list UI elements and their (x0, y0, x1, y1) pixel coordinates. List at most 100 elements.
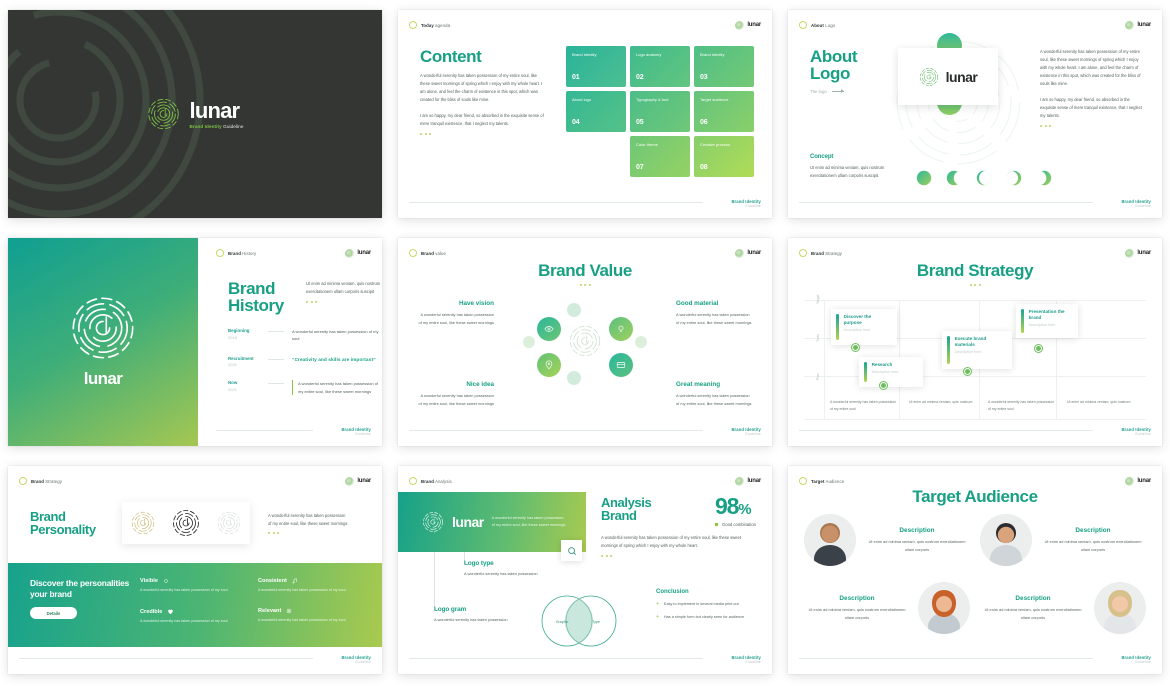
strategy-note: Ut enim ad minima veniam, quis nostrum (1067, 400, 1131, 405)
breadcrumb-bold: About (811, 22, 824, 28)
heart-icon (168, 609, 174, 615)
value-bubble-vision[interactable] (537, 317, 561, 341)
lunar-spiral-logo-icon (735, 20, 745, 30)
agenda-card[interactable]: Target audience 06 (694, 91, 754, 132)
quadrant-text: A wonderful serenity has taken possessio… (418, 312, 494, 325)
value-bubble-meaning[interactable] (609, 353, 633, 377)
history-timeline: Beginning 2018 A wonderful serenity has t… (228, 328, 382, 408)
personality-top: Brand Personality A wonderful serenity h… (8, 492, 382, 554)
timeline-row[interactable]: Now 2021 A wonderful serenity has taken p… (228, 380, 382, 396)
logo-showcase-card: lunar (898, 48, 998, 105)
page-title: Target Audience (912, 487, 1038, 506)
logo-variants-card (122, 502, 250, 544)
eye-icon (164, 579, 168, 583)
circle-icon (216, 249, 224, 257)
audience-person[interactable]: Description Ut enim ad minima veniam, qu… (980, 514, 1146, 566)
zoom-button[interactable] (561, 540, 582, 561)
conclusion-text: Has a simple form but clearly seen for a… (663, 615, 745, 620)
strategy-node[interactable] (852, 344, 859, 351)
person-title: Description (1015, 594, 1051, 602)
circle-icon (19, 477, 27, 485)
paragraph: A wonderful serenity has taken possessio… (601, 534, 741, 548)
history-gradient-panel: lunar (8, 238, 198, 446)
strategy-node[interactable] (880, 382, 887, 389)
card-icon (616, 362, 626, 368)
audience-person[interactable]: Description Ut enim ad minima veniam, qu… (804, 514, 970, 566)
person-text: Ut enim ad minima veniam, quis nostrum e… (808, 606, 906, 620)
slide-analysis-brand[interactable]: Brand Analysis lunar lunar A wonderful s… (398, 466, 772, 674)
breadcrumb-rest: Audience (824, 478, 845, 484)
trait-text: A wonderful serenity has taken possessio… (258, 588, 346, 592)
page-title-line1: Brand (30, 508, 66, 524)
timeline-row[interactable]: Recruitment 2020 “Creativity and skills a… (228, 356, 382, 368)
strategy-card-desc: Description here (843, 327, 871, 332)
dots-decor (420, 133, 546, 136)
slide-target-audience[interactable]: Target Audience lunar Target Audience De… (788, 466, 1162, 674)
breadcrumb-bold: Target (811, 478, 825, 484)
breadcrumb-rest: value (433, 250, 446, 256)
strategy-node[interactable] (1035, 345, 1042, 352)
trait-title: Relevant (258, 608, 282, 614)
slide-brand-personality[interactable]: Brand Strategy lunar Brand Personality A… (8, 466, 382, 674)
bulb-icon (618, 325, 624, 332)
slide-cell-analysis-brand: Brand Analysis lunar lunar A wonderful s… (390, 456, 780, 684)
value-bubble-material[interactable] (609, 317, 633, 341)
breadcrumb-rest: History (240, 250, 257, 256)
the-logo-link[interactable]: The logo (810, 89, 890, 94)
value-bubble-small-bottom (567, 371, 581, 385)
strategy-card-discover[interactable]: Discover the purpose Description here (831, 309, 897, 345)
band-text: A wonderful serenity has taken possessio… (491, 515, 566, 527)
quadrant-text: A wonderful serenity has taken possessio… (418, 393, 494, 406)
agenda-card[interactable]: Color theme 07 (630, 136, 690, 177)
agenda-card-spacer (566, 136, 626, 177)
slide-brand-history[interactable]: lunar Brand History lunar Brand History … (8, 238, 382, 446)
circle-icon (409, 249, 417, 257)
woman-redhead-avatar (918, 582, 970, 634)
audience-person[interactable]: Description Ut enim ad minima veniam, qu… (980, 582, 1146, 634)
footer-divider (19, 658, 313, 659)
audience-person[interactable]: Description Ut enim ad minima veniam, qu… (804, 582, 970, 634)
trait-text: A wonderful serenity has taken possessio… (140, 588, 228, 592)
slide-brand-value[interactable]: Brand value lunar Brand Value Have visio… (398, 238, 772, 446)
agenda-card[interactable]: Creative process 08 (694, 136, 754, 177)
strategy-card-presentation[interactable]: Presentation the brand Description here (1016, 304, 1078, 338)
agenda-card[interactable]: About logo 04 (566, 91, 626, 132)
dots-decor (579, 284, 591, 287)
strategy-card-execute[interactable]: Execute brand materials Description here (942, 331, 1012, 369)
agenda-card-label: Logo anatomy (636, 52, 662, 57)
agenda-card[interactable]: Typography & font 05 (630, 91, 690, 132)
lunar-spiral-logo-icon (919, 67, 938, 86)
value-quadrant-good-material: Good material A wonderful serenity has t… (676, 300, 752, 326)
breadcrumb-bold: Brand (31, 478, 44, 484)
trait-title: Credible (140, 608, 163, 615)
slide-deck: lunar Brand Identity Guideline Today age… (0, 0, 1170, 686)
agenda-card[interactable]: Logo anatomy 02 (630, 46, 690, 87)
lunar-spiral-logo-icon (148, 98, 179, 130)
key-text: A wonderful serenity has taken possessio… (434, 617, 508, 622)
timeline-date: 2020 (228, 362, 237, 368)
brand-name: lunar (1137, 250, 1151, 256)
slide-content[interactable]: Today agenda lunar Content A wonderful s… (398, 10, 772, 218)
breadcrumb-bold: Brand (228, 250, 241, 256)
value-bubble-small-right (635, 336, 647, 348)
brand-logo: lunar (1125, 476, 1151, 486)
page-title: Brand Strategy (916, 261, 1034, 280)
footer-divider (409, 202, 703, 203)
strategy-card-research[interactable]: Research Description here (859, 357, 923, 387)
slide-cover[interactable]: lunar Brand Identity Guideline (8, 10, 382, 218)
band-left: Discover the personalities your brand De… (30, 578, 140, 632)
slide-brand-strategy[interactable]: Brand Strategy lunar Brand Strategy Targ… (788, 238, 1162, 446)
slide-footer: Brand Identity Guideline (799, 427, 1151, 437)
timeline-row[interactable]: Beginning 2018 A wonderful serenity has t… (228, 328, 382, 343)
agenda-card[interactable]: Brand identity 03 (694, 46, 754, 87)
timeline-text: A wonderful serenity has taken possessio… (292, 380, 382, 396)
slide-about-logo[interactable]: About Logo lunar About Logo The logo lun… (788, 10, 1162, 218)
pin-icon (545, 360, 553, 370)
strategy-node[interactable] (964, 368, 971, 375)
agenda-card[interactable]: Brand identity 01 (566, 46, 626, 87)
circle-icon (799, 249, 807, 257)
details-button[interactable]: Details (30, 607, 77, 619)
timeline-quote: “Creativity and skills are important” (292, 356, 376, 362)
slide-cell-brand-history: lunar Brand History lunar Brand History … (0, 228, 390, 456)
value-bubble-idea[interactable] (537, 353, 561, 377)
